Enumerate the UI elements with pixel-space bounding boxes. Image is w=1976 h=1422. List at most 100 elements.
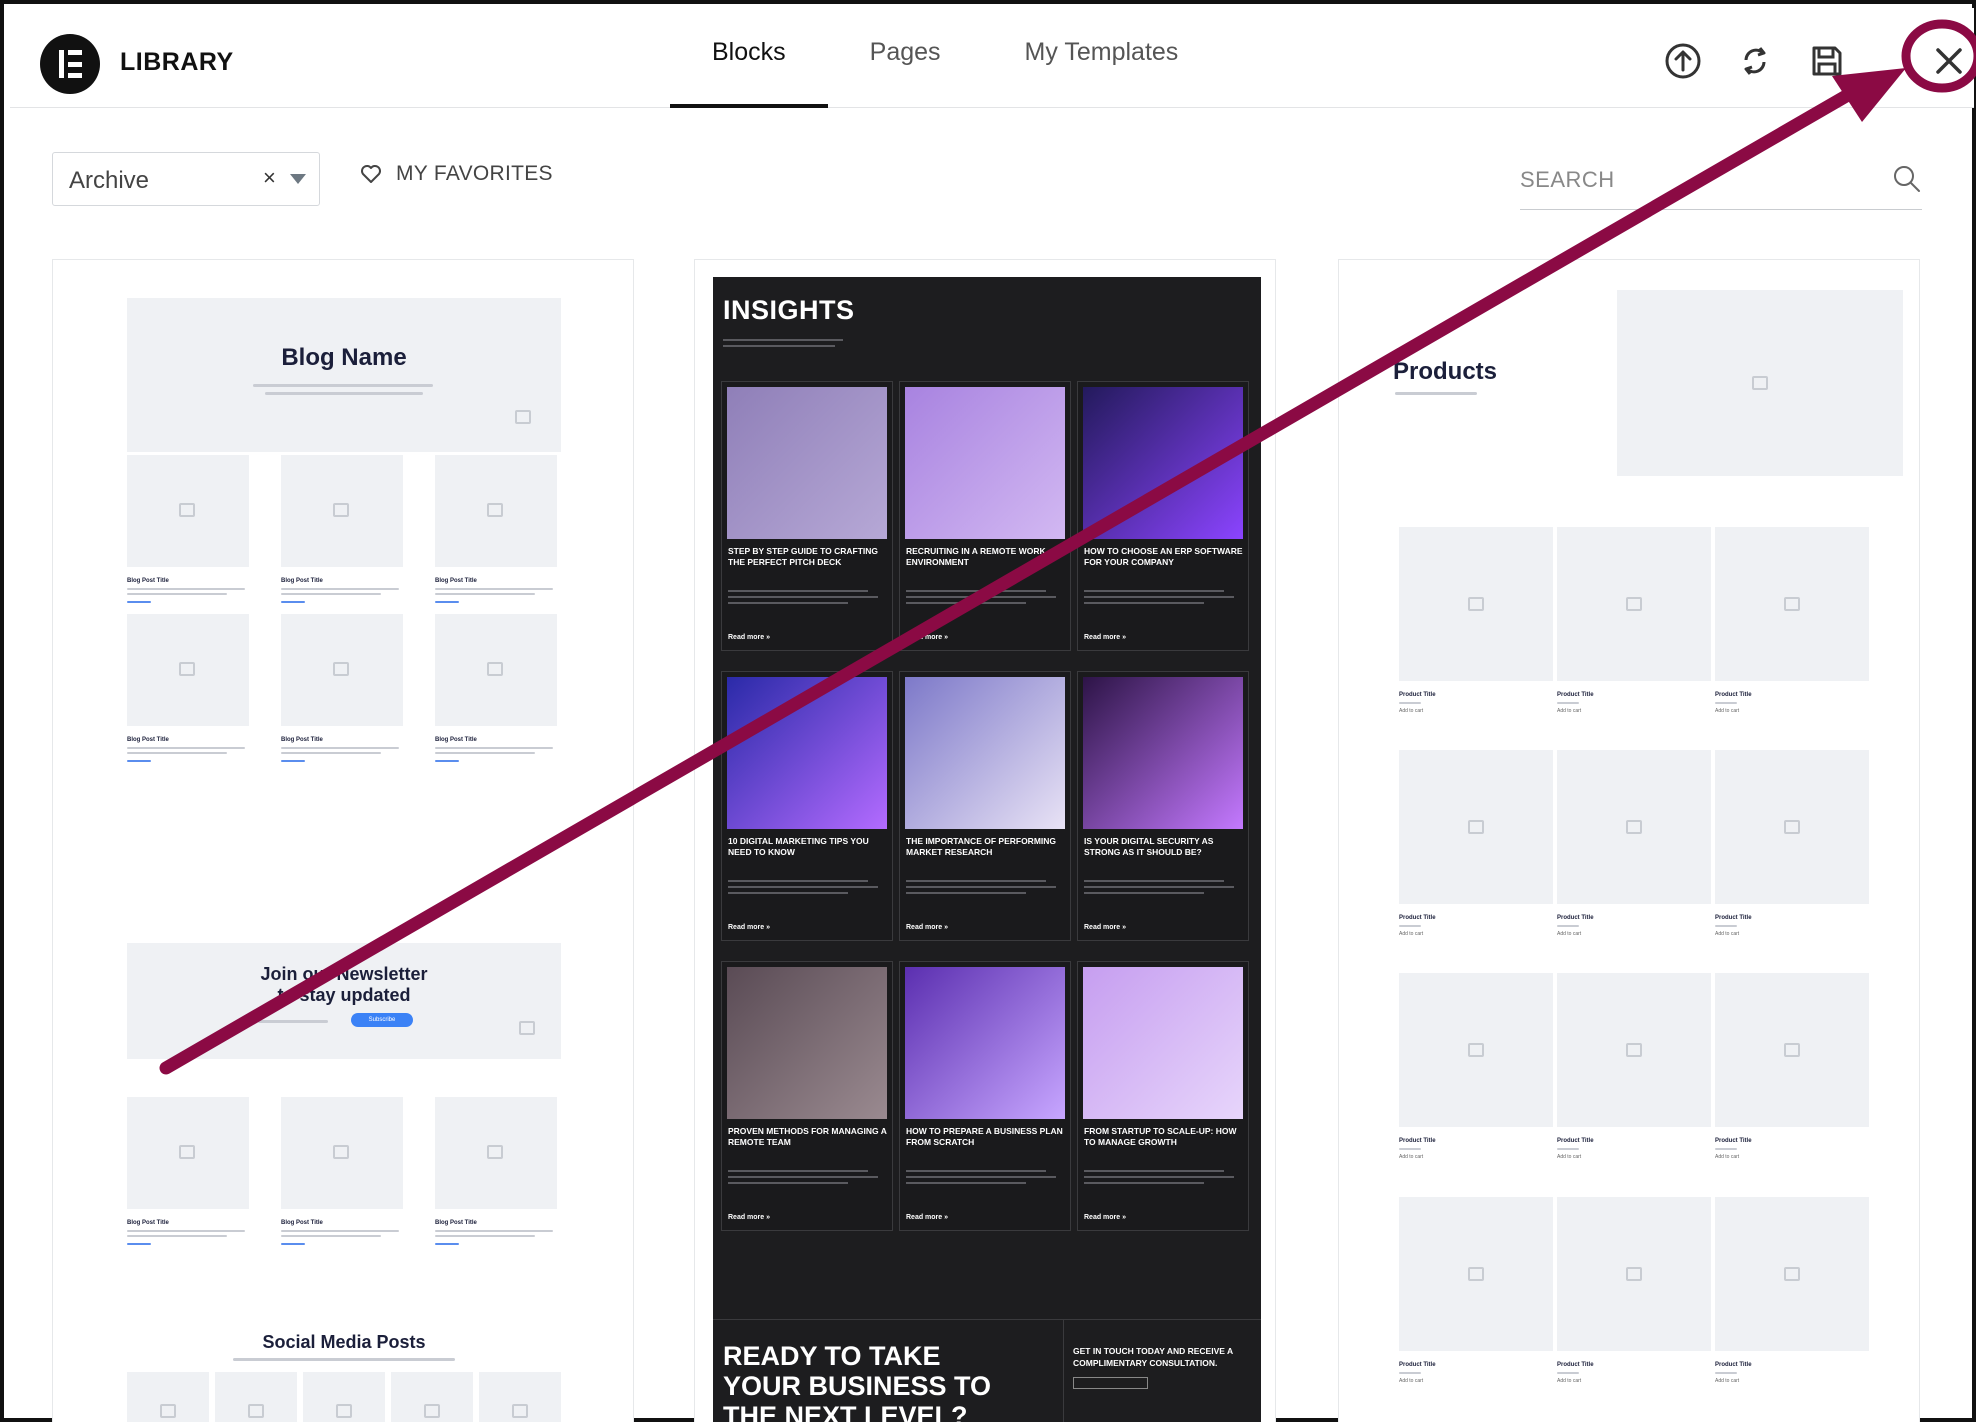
- insights-article-title: HOW TO CHOOSE AN ERP SOFTWARE FOR YOUR C…: [1084, 546, 1243, 567]
- blog-post-excerpt: [435, 747, 553, 749]
- product-image: [1557, 973, 1711, 1127]
- image-placeholder-icon: [487, 662, 503, 676]
- product-title: Product Title: [1399, 692, 1436, 698]
- search-icon[interactable]: [1892, 164, 1922, 199]
- insights-article-image: [727, 387, 887, 539]
- product-image: [1557, 527, 1711, 681]
- tab-pages[interactable]: Pages: [828, 8, 983, 108]
- tab-blocks[interactable]: Blocks: [670, 8, 828, 108]
- insights-article-excerpt: [1084, 1170, 1224, 1172]
- insights-article-excerpt: [728, 602, 848, 604]
- blog-post-excerpt: [127, 593, 227, 595]
- insights-article-title: PROVEN METHODS FOR MANAGING A REMOTE TEA…: [728, 1126, 887, 1147]
- product-image: [1715, 527, 1869, 681]
- blog-post-image: [127, 614, 249, 726]
- product-add-to-cart: Add to cart: [1715, 708, 1740, 714]
- clear-filter-icon[interactable]: ×: [263, 165, 276, 191]
- product-price: [1715, 702, 1737, 704]
- image-placeholder-icon: [1468, 820, 1484, 834]
- insights-article-excerpt: [728, 892, 848, 894]
- tab-my-templates[interactable]: My Templates: [983, 8, 1221, 108]
- sync-icon[interactable]: [1732, 38, 1778, 84]
- product-title: Product Title: [1715, 1362, 1752, 1368]
- save-icon[interactable]: [1804, 38, 1850, 84]
- blog-read-more: [127, 760, 151, 762]
- template-card-insights[interactable]: INSIGHTS STEP BY STEP GUIDE TO CRAFTING …: [694, 259, 1276, 1422]
- blog-read-more: [127, 601, 151, 603]
- image-placeholder-icon: [248, 1404, 264, 1418]
- template-card-products[interactable]: Products Product Title Add to cart Product…: [1338, 259, 1920, 1422]
- product-add-to-cart: Add to cart: [1715, 1154, 1740, 1160]
- insights-article-excerpt: [906, 1182, 1026, 1184]
- product-title: Product Title: [1557, 692, 1594, 698]
- category-filter-select[interactable]: Archive ×: [52, 152, 320, 206]
- image-placeholder-icon: [179, 1145, 195, 1159]
- blog-post-title: Blog Post Title: [281, 737, 323, 743]
- product-price: [1557, 925, 1579, 927]
- insights-article-excerpt: [728, 590, 868, 592]
- image-placeholder-icon: [179, 503, 195, 517]
- template-card-blog[interactable]: Blog Name Blog Post Title Blog Post Title…: [52, 259, 634, 1422]
- insights-article-excerpt: [1084, 596, 1234, 598]
- product-price: [1399, 1372, 1421, 1374]
- my-favorites-button[interactable]: MY FAVORITES: [360, 162, 553, 186]
- cta-heading: READY TO TAKE YOUR BUSINESS TO THE NEXT …: [723, 1341, 992, 1422]
- product-price: [1399, 925, 1421, 927]
- insights-article-card: 10 DIGITAL MARKETING TIPS YOU NEED TO KN…: [721, 671, 893, 941]
- products-hero-placeholder: [1617, 290, 1903, 476]
- search-input[interactable]: [1520, 162, 1860, 198]
- insights-read-more: Read more »: [1084, 634, 1127, 641]
- insights-article-excerpt: [728, 880, 868, 882]
- upload-icon[interactable]: [1660, 38, 1706, 84]
- insights-article-excerpt: [728, 1170, 868, 1172]
- cta-button: [1073, 1377, 1148, 1389]
- blog-post-image: [281, 614, 403, 726]
- blog-post-excerpt: [127, 747, 245, 749]
- insights-article-excerpt: [1084, 880, 1224, 882]
- blog-post-excerpt: [435, 593, 535, 595]
- blog-post-excerpt: [127, 752, 227, 754]
- chevron-down-icon[interactable]: [290, 174, 306, 184]
- insights-article-title: IS YOUR DIGITAL SECURITY AS STRONG AS IT…: [1084, 836, 1214, 857]
- my-favorites-label: MY FAVORITES: [396, 162, 553, 185]
- image-placeholder-icon: [336, 1404, 352, 1418]
- product-image: [1715, 1197, 1869, 1351]
- blog-hero-placeholder: [127, 298, 561, 452]
- product-image: [1715, 750, 1869, 904]
- image-placeholder-icon: [512, 1404, 528, 1418]
- product-price: [1557, 1372, 1579, 1374]
- insights-article-card: PROVEN METHODS FOR MANAGING A REMOTE TEA…: [721, 961, 893, 1231]
- product-add-to-cart: Add to cart: [1557, 1154, 1582, 1160]
- image-placeholder-icon: [1784, 820, 1800, 834]
- library-header: LIBRARY Blocks Pages My Templates: [10, 8, 1974, 108]
- insights-article-card: HOW TO CHOOSE AN ERP SOFTWARE FOR YOUR C…: [1077, 381, 1249, 651]
- product-price: [1399, 1148, 1421, 1150]
- close-icon[interactable]: [1926, 38, 1972, 84]
- insights-article-excerpt: [1084, 892, 1204, 894]
- insights-read-more: Read more »: [728, 634, 771, 641]
- blog-read-more: [435, 760, 459, 762]
- subscribe-button: Subscribe: [351, 1013, 413, 1027]
- insights-article-image: [1083, 677, 1243, 829]
- insights-article-title: FROM STARTUP TO SCALE-UP: HOW TO MANAGE …: [1084, 1126, 1237, 1147]
- products-heading: Products: [1393, 358, 1498, 385]
- image-placeholder-icon: [487, 1145, 503, 1159]
- blog-post-title: Blog Post Title: [435, 578, 477, 584]
- product-title: Product Title: [1715, 1138, 1752, 1144]
- insights-article-excerpt: [1084, 886, 1234, 888]
- blog-post-excerpt: [281, 752, 381, 754]
- insights-article-image: [905, 387, 1065, 539]
- blog-post-excerpt: [281, 1235, 381, 1237]
- insights-preview: INSIGHTS STEP BY STEP GUIDE TO CRAFTING …: [713, 277, 1261, 1422]
- heart-icon: [361, 165, 381, 183]
- insights-read-more: Read more »: [906, 924, 949, 931]
- insights-article-title: 10 DIGITAL MARKETING TIPS YOU NEED TO KN…: [728, 836, 869, 857]
- blog-post-title: Blog Post Title: [127, 737, 169, 743]
- blog-post-title: Blog Post Title: [127, 1220, 169, 1226]
- insights-article-title: THE IMPORTANCE OF PERFORMING MARKET RESE…: [906, 836, 1057, 857]
- insights-article-excerpt: [728, 1182, 848, 1184]
- image-placeholder-icon: [1784, 1043, 1800, 1057]
- filter-value: Archive: [69, 167, 150, 194]
- blog-post-title: Blog Post Title: [435, 737, 477, 743]
- blog-post-image: [281, 455, 403, 567]
